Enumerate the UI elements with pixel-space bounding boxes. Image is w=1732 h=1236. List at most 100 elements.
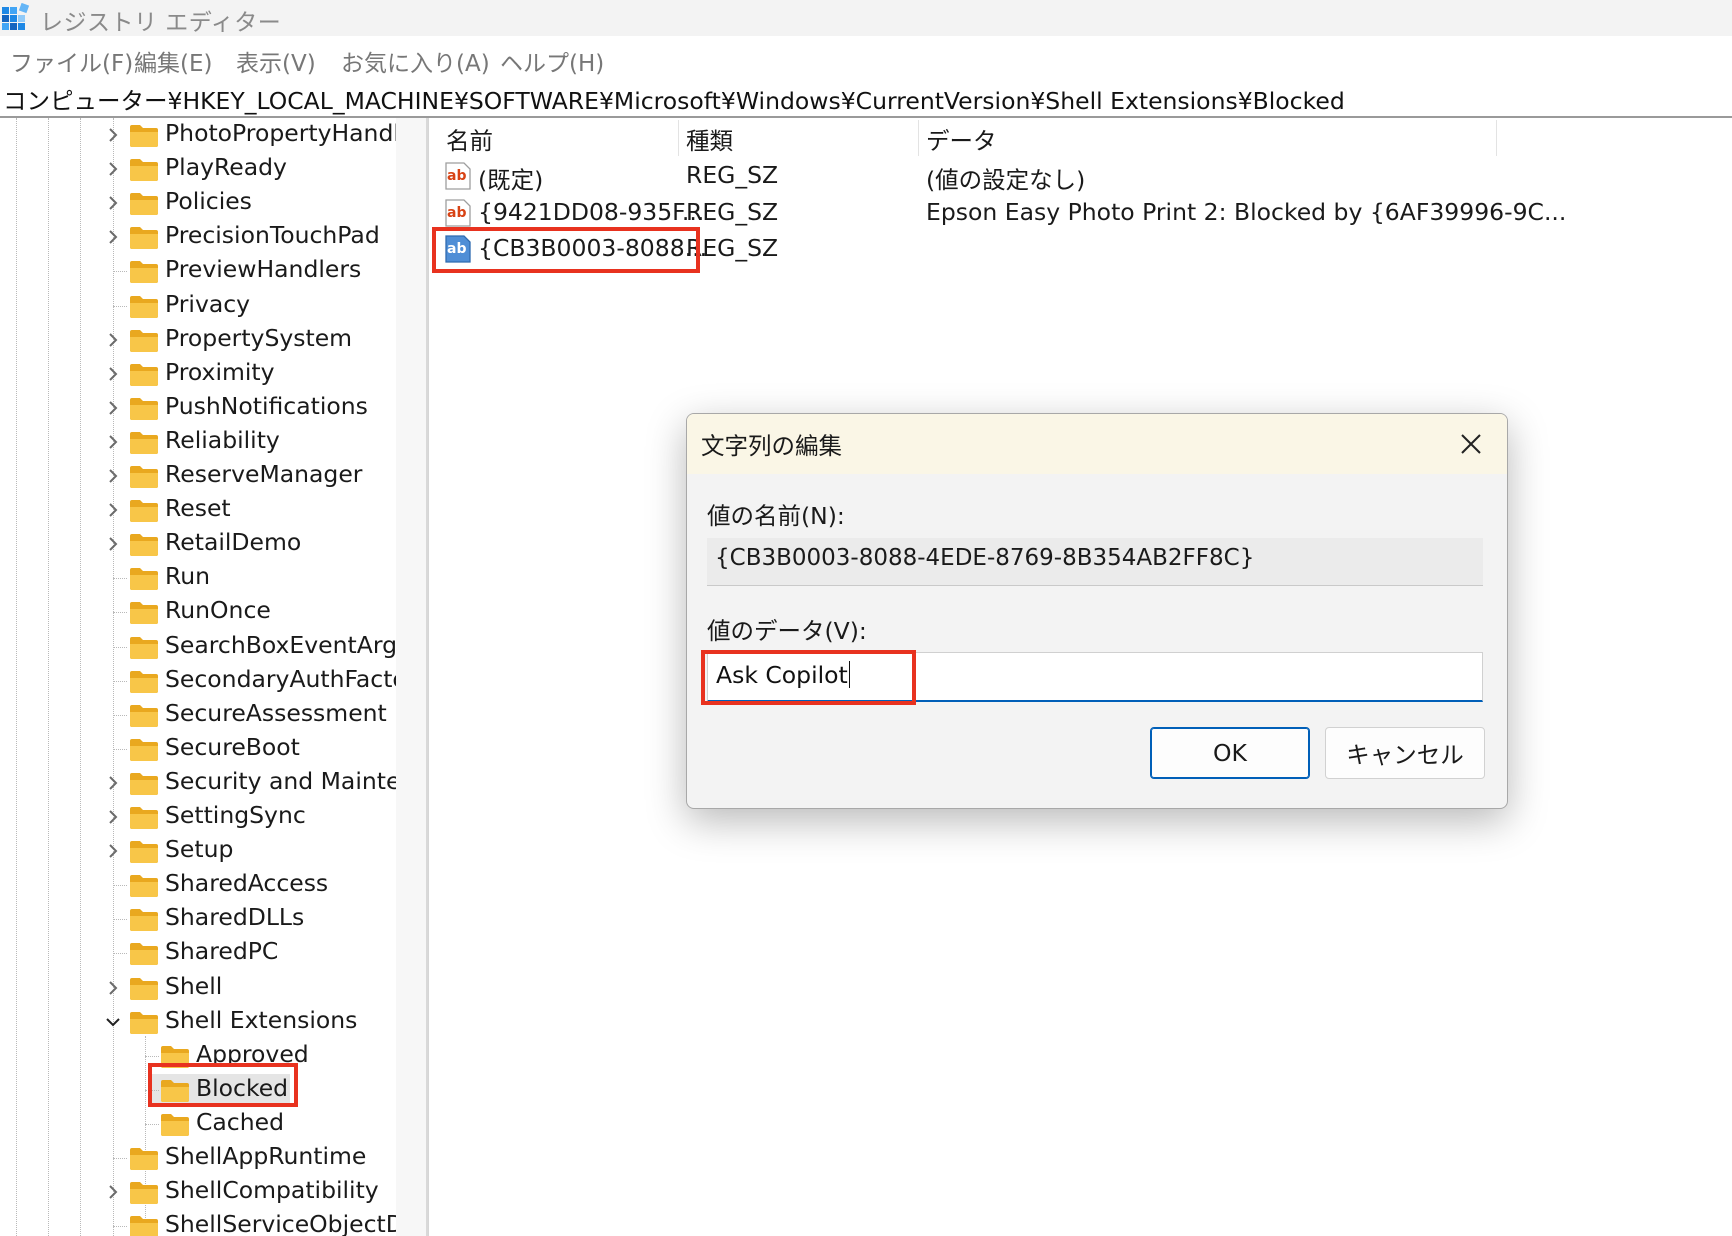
chevron-right-icon[interactable] [104, 774, 122, 792]
tree-item-privacy[interactable]: Privacy [0, 289, 390, 323]
folder-icon [130, 772, 158, 795]
column-header-name[interactable]: 名前 [446, 122, 493, 156]
address-path[interactable]: コンピューター¥HKEY_LOCAL_MACHINE¥SOFTWARE¥Micr… [3, 82, 1345, 116]
tree-item-runonce[interactable]: RunOnce [0, 595, 390, 629]
tree-item-label: Shell Extensions [165, 1005, 358, 1034]
address-bar[interactable]: コンピューター¥HKEY_LOCAL_MACHINE¥SOFTWARE¥Micr… [0, 80, 1732, 118]
tree-item-label: SharedDLLs [165, 903, 305, 932]
tree-item-shareddlls[interactable]: SharedDLLs [0, 902, 390, 936]
chevron-down-icon[interactable] [104, 1013, 122, 1031]
tree-item-searchboxeventargsp[interactable]: SearchBoxEventArgsP [0, 630, 396, 664]
registry-editor-icon [2, 3, 30, 30]
chevron-right-icon[interactable] [104, 467, 122, 485]
tree-item-photopropertyhandle[interactable]: PhotoPropertyHandle [0, 118, 396, 152]
chevron-right-icon[interactable] [104, 365, 122, 383]
tree-item-shellserviceobjectde[interactable]: ShellServiceObjectDe [0, 1209, 396, 1236]
tree-item-policies[interactable]: Policies [0, 186, 390, 220]
tree-item-label: ShellServiceObjectDe [165, 1210, 396, 1236]
tree-item-secondaryauthfactor[interactable]: SecondaryAuthFactor [0, 664, 396, 698]
chevron-right-icon[interactable] [104, 1183, 122, 1201]
column-header-data[interactable]: データ [926, 122, 997, 156]
chevron-right-icon[interactable] [104, 842, 122, 860]
value-row[interactable]: ab (既定) REG_SZ (値の設定なし) [432, 158, 1732, 194]
tree-item-label: PropertySystem [165, 323, 353, 352]
tree-item-propertysystem[interactable]: PropertySystem [0, 323, 390, 357]
tree-item-run[interactable]: Run [0, 561, 390, 595]
tree-item-label: RunOnce [165, 596, 271, 625]
value-type: REG_SZ [686, 198, 779, 226]
value-name-field[interactable]: {CB3B0003-8088-4EDE-8769-8B354AB2FF8C} [707, 538, 1483, 586]
tree-item-shell[interactable]: Shell [0, 971, 390, 1005]
chevron-right-icon[interactable] [104, 126, 122, 144]
tree-item-secureassessment[interactable]: SecureAssessment [0, 698, 390, 732]
tree-item-previewhandlers[interactable]: PreviewHandlers [0, 254, 390, 288]
menu-favorites[interactable]: お気に入り(A) [341, 44, 490, 78]
chevron-right-icon[interactable] [104, 535, 122, 553]
tree-item-reliability[interactable]: Reliability [0, 425, 390, 459]
tree-guide-tick [145, 1055, 159, 1057]
tree-item-shellcompatibility[interactable]: ShellCompatibility [0, 1175, 390, 1209]
tree-item-cached[interactable]: Cached [0, 1107, 390, 1141]
tree-item-pushnotifications[interactable]: PushNotifications [0, 391, 390, 425]
folder-icon [130, 295, 158, 318]
tree-item-sharedaccess[interactable]: SharedAccess [0, 868, 390, 902]
tree-scrollbar[interactable] [396, 118, 429, 1236]
folder-icon [130, 738, 158, 761]
string-value-ab-icon: ab [445, 162, 471, 190]
chevron-right-icon[interactable] [104, 160, 122, 178]
tree-item-label: Security and Mainten [165, 766, 396, 795]
tree-item-precisiontouchpad[interactable]: PrecisionTouchPad [0, 220, 390, 254]
ok-button[interactable]: OK [1150, 727, 1310, 779]
menu-bar: ファイル(F) 編集(E) 表示(V) お気に入り(A) ヘルプ(H) [0, 40, 1732, 81]
tree-guide-tick [113, 885, 127, 887]
tree-item-security-and-mainten[interactable]: Security and Mainten [0, 766, 396, 800]
value-data: Epson Easy Photo Print 2: Blocked by {6A… [926, 198, 1567, 226]
folder-icon [130, 466, 158, 488]
chevron-right-icon[interactable] [104, 399, 122, 417]
chevron-right-icon[interactable] [104, 228, 122, 246]
tree-item-playready[interactable]: PlayReady [0, 152, 390, 186]
menu-edit[interactable]: 編集(E) [134, 44, 212, 78]
chevron-right-icon[interactable] [104, 194, 122, 212]
tree-guide-tick [145, 1123, 159, 1125]
menu-view[interactable]: 表示(V) [236, 44, 316, 78]
folder-icon [130, 636, 158, 659]
tree-item-label: SecondaryAuthFactor [165, 664, 396, 693]
folder-icon [130, 807, 158, 829]
tree-item-shell-extensions[interactable]: Shell Extensions [0, 1005, 390, 1039]
tree-item-proximity[interactable]: Proximity [0, 357, 390, 391]
column-separator[interactable] [918, 120, 919, 156]
tree-item-settingsync[interactable]: SettingSync [0, 800, 390, 834]
tree-item-reset[interactable]: Reset [0, 493, 390, 527]
tree-item-label: SettingSync [165, 801, 306, 829]
tree-item-label: PhotoPropertyHandle [165, 119, 396, 147]
tree-item-reservemanager[interactable]: ReserveManager [0, 459, 390, 493]
tree-item-setup[interactable]: Setup [0, 834, 390, 868]
tree-item-shellappruntime[interactable]: ShellAppRuntime [0, 1141, 390, 1175]
tree-item-label: Cached [196, 1107, 284, 1136]
column-header-type[interactable]: 種類 [686, 122, 733, 156]
tree-item-sharedpc[interactable]: SharedPC [0, 936, 390, 970]
tree-item-secureboot[interactable]: SecureBoot [0, 732, 390, 766]
tree-guide-tick [113, 748, 127, 750]
value-row[interactable]: ab {9421DD08-935F... REG_SZ Epson Easy P… [432, 195, 1732, 231]
chevron-right-icon[interactable] [104, 808, 122, 826]
column-separator[interactable] [1496, 120, 1497, 156]
chevron-right-icon[interactable] [104, 501, 122, 519]
chevron-right-icon[interactable] [104, 979, 122, 997]
string-value-ab-icon: ab [445, 199, 471, 227]
dialog-title-bar[interactable]: 文字列の編集 [687, 414, 1507, 474]
folder-icon [161, 1113, 189, 1136]
tree-item-label: Run [165, 562, 211, 591]
column-separator[interactable] [678, 120, 679, 156]
chevron-right-icon[interactable] [104, 331, 122, 349]
highlight-value-data [701, 650, 916, 705]
tree-item-retaildemo[interactable]: RetailDemo [0, 527, 390, 561]
tree-item-label: Reliability [165, 425, 280, 454]
chevron-right-icon[interactable] [104, 433, 122, 451]
folder-icon [130, 568, 158, 591]
close-icon[interactable] [1457, 430, 1485, 458]
menu-file[interactable]: ファイル(F) [10, 44, 133, 78]
menu-help[interactable]: ヘルプ(H) [500, 44, 604, 78]
cancel-button[interactable]: キャンセル [1325, 727, 1485, 779]
